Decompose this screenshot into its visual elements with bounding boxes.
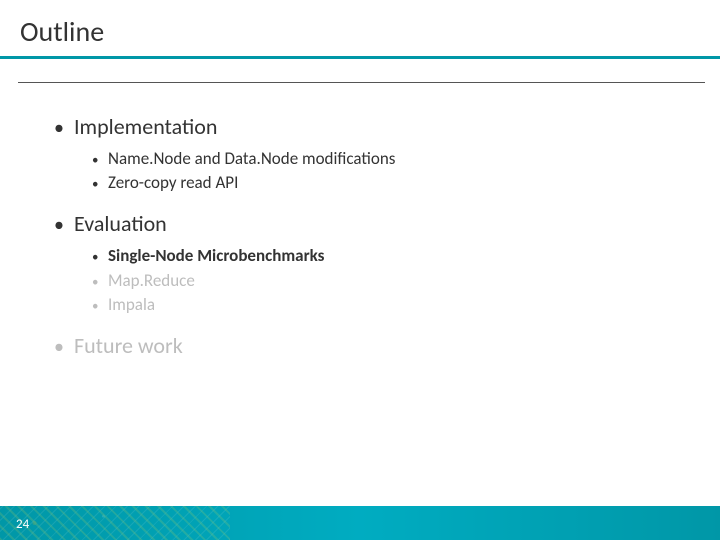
slide-content: • Implementation • Name.Node and Data.No… — [0, 57, 720, 359]
slide-title: Outline — [0, 0, 720, 57]
bullet-icon: • — [54, 118, 74, 138]
outline-subitem-label: Name.Node and Data.Node modifications — [108, 148, 395, 169]
footer-decoration — [0, 506, 230, 540]
outline-item-label: Future work — [74, 332, 183, 359]
outline-item-label: Implementation — [74, 113, 217, 140]
bullet-icon: • — [92, 274, 108, 292]
outline-subitem: • Name.Node and Data.Node modifications — [92, 148, 720, 170]
page-number: 24 — [16, 517, 29, 532]
bullet-icon: • — [92, 152, 108, 170]
bullet-icon: • — [92, 298, 108, 316]
bullet-icon: • — [92, 249, 108, 267]
outline-subitem-label: Zero-copy read API — [108, 172, 238, 193]
outline-subitem-label: Single-Node Microbenchmarks — [108, 245, 324, 266]
outline-subitem: • Impala — [92, 294, 720, 316]
bullet-icon: • — [54, 337, 74, 357]
title-accent-bar — [0, 56, 720, 59]
title-divider — [18, 82, 705, 83]
outline-subitem: • Map.Reduce — [92, 270, 720, 292]
bullet-icon: • — [54, 215, 74, 235]
bullet-icon: • — [92, 176, 108, 194]
outline-subitem-label: Impala — [108, 294, 155, 315]
outline-subgroup: • Single-Node Microbenchmarks • Map.Redu… — [54, 241, 720, 332]
outline-item-label: Evaluation — [74, 210, 167, 237]
outline-item-implementation: • Implementation — [54, 113, 720, 140]
outline-item-futurework: • Future work — [54, 332, 720, 359]
outline-subgroup: • Name.Node and Data.Node modifications … — [54, 144, 720, 210]
footer-bar — [0, 506, 720, 540]
outline-subitem: • Zero-copy read API — [92, 172, 720, 194]
outline-subitem-current: • Single-Node Microbenchmarks — [92, 245, 720, 267]
outline-item-evaluation: • Evaluation — [54, 210, 720, 237]
outline-subitem-label: Map.Reduce — [108, 270, 195, 291]
